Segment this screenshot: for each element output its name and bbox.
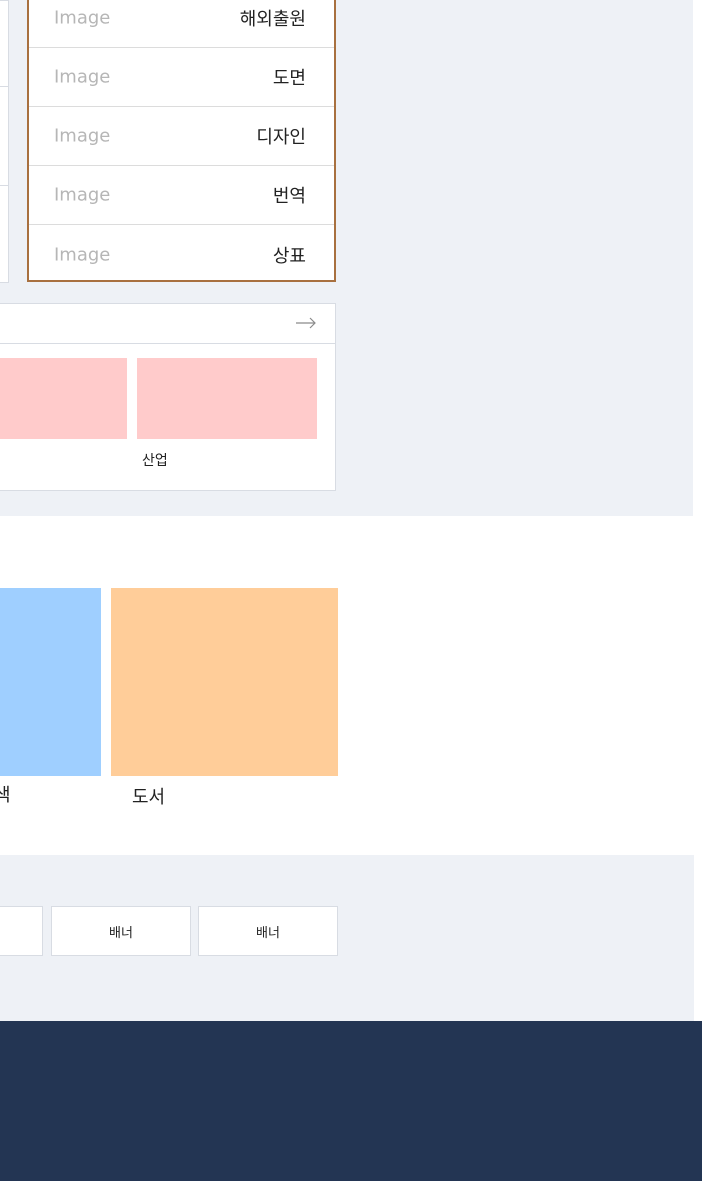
banner[interactable]: 배너 <box>198 906 338 956</box>
industry-label: 산업 <box>142 453 168 469</box>
books-label: 도서 <box>132 787 166 808</box>
category-image-placeholder: Image <box>54 184 111 206</box>
category-list: Image 해외출원 Image 도면 Image 디자인 Image 번역 I… <box>27 0 336 282</box>
category-item-overseas-filing[interactable]: Image 해외출원 <box>29 0 334 48</box>
featured-thumbnail-books[interactable] <box>111 588 338 776</box>
featured-label: 색 <box>0 785 11 806</box>
industry-card: 산업 <box>0 303 336 491</box>
footer <box>0 1021 702 1181</box>
category-label: 디자인 <box>256 127 306 148</box>
category-item-translation[interactable]: Image 번역 <box>29 166 334 225</box>
left-list-divider <box>0 86 8 87</box>
category-item-design[interactable]: Image 디자인 <box>29 107 334 166</box>
featured-thumbnail-blue[interactable] <box>0 588 101 776</box>
left-list-divider <box>0 185 8 186</box>
banner[interactable] <box>0 906 43 956</box>
category-label: 도면 <box>272 68 306 89</box>
left-list-panel <box>0 0 9 283</box>
industry-thumbnail[interactable] <box>137 358 317 439</box>
banner-section: 배너 배너 <box>0 855 694 1021</box>
category-item-drawing[interactable]: Image 도면 <box>29 48 334 107</box>
category-image-placeholder: Image <box>54 66 111 88</box>
banner[interactable]: 배너 <box>51 906 191 956</box>
category-image-placeholder: Image <box>54 244 111 265</box>
category-label: 번역 <box>272 186 306 207</box>
category-image-placeholder: Image <box>54 125 111 147</box>
industry-card-header <box>0 304 335 344</box>
arrow-right-icon[interactable] <box>295 314 317 332</box>
category-item-trademark[interactable]: Image 상표 <box>29 225 334 284</box>
category-image-placeholder: Image <box>54 7 111 29</box>
category-label: 해외출원 <box>239 9 306 30</box>
category-label: 상표 <box>272 245 306 267</box>
category-section: Image 해외출원 Image 도면 Image 디자인 Image 번역 I… <box>0 0 693 516</box>
industry-thumbnail[interactable] <box>0 358 127 439</box>
